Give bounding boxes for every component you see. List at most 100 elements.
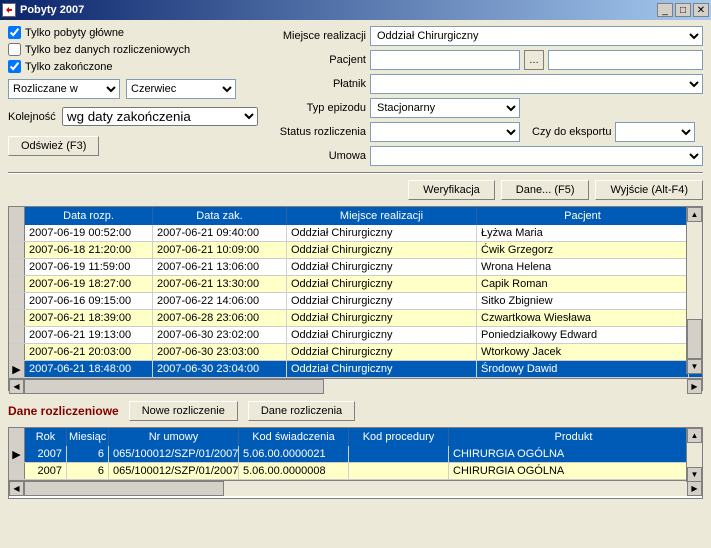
checkbox-input[interactable]: [8, 60, 21, 73]
pacjent-input[interactable]: [370, 50, 520, 70]
platnik-label: Płatnik: [270, 78, 366, 90]
cell-data-zak: 2007-06-28 23:06:00: [153, 310, 287, 326]
col-miesiac[interactable]: Miesiąc: [67, 428, 109, 446]
row-indicator: ▶: [9, 361, 25, 377]
minimize-button[interactable]: _: [657, 3, 673, 17]
cell-data-zak: 2007-06-30 23:03:00: [153, 344, 287, 360]
row-indicator: [9, 463, 25, 479]
horizontal-scrollbar[interactable]: ◀ ▶: [9, 378, 702, 394]
cell-data-zak: 2007-06-21 13:06:00: [153, 259, 287, 275]
miejsce-label: Miejsce realizacji: [270, 30, 366, 42]
table-row[interactable]: 2007-06-19 00:52:002007-06-21 09:40:00Od…: [9, 225, 702, 242]
cell-rok: 2007: [25, 463, 67, 479]
cell-kod-procedury: [349, 446, 449, 462]
cell-miejsce: Oddział Chirurgiczny: [287, 344, 477, 360]
col-rok[interactable]: Rok: [25, 428, 67, 446]
col-pacjent[interactable]: Pacjent: [477, 207, 689, 225]
col-miejsce[interactable]: Miejsce realizacji: [287, 207, 477, 225]
table-row[interactable]: 2007-06-18 21:20:002007-06-21 10:09:00Od…: [9, 242, 702, 259]
row-indicator: [9, 242, 25, 258]
kolejnosc-select[interactable]: wg daty zakończenia: [62, 107, 258, 126]
scroll-thumb[interactable]: [687, 319, 702, 359]
cell-nr-umowy: 065/100012/SZP/01/2007: [109, 446, 239, 462]
cell-miejsce: Oddział Chirurgiczny: [287, 276, 477, 292]
sub-grid[interactable]: Rok Miesiąc Nr umowy Kod świadczenia Kod…: [8, 427, 703, 499]
cell-data-rozp: 2007-06-21 18:39:00: [25, 310, 153, 326]
umowa-select[interactable]: [370, 146, 703, 166]
cell-kod-swiadczenia: 5.06.00.0000021: [239, 446, 349, 462]
scroll-right-icon[interactable]: ▶: [687, 481, 702, 496]
table-row[interactable]: 20076065/100012/SZP/01/20075.06.00.00000…: [9, 463, 702, 480]
cell-data-zak: 2007-06-21 10:09:00: [153, 242, 287, 258]
platnik-select[interactable]: [370, 74, 703, 94]
col-nr-umowy[interactable]: Nr umowy: [109, 428, 239, 446]
col-data-rozp[interactable]: Data rozp.: [25, 207, 153, 225]
checkbox-tylko-bez-rozlicz[interactable]: Tylko bez danych rozliczeniowych: [8, 43, 258, 56]
miesiac-select[interactable]: Czerwiec: [126, 79, 236, 99]
cell-pacjent: Środowy Dawid: [477, 361, 689, 377]
pacjent-name-input[interactable]: [548, 50, 703, 70]
scroll-left-icon[interactable]: ◀: [9, 379, 24, 394]
miejsce-select[interactable]: Oddział Chirurgiczny: [370, 26, 703, 46]
checkbox-tylko-zakonczone[interactable]: Tylko zakończone: [8, 60, 258, 73]
cell-data-rozp: 2007-06-21 18:48:00: [25, 361, 153, 377]
pacjent-browse-button[interactable]: …: [524, 50, 544, 70]
checkbox-tylko-glowne[interactable]: Tylko pobyty główne: [8, 26, 258, 39]
horizontal-scrollbar[interactable]: ◀ ▶: [9, 480, 702, 496]
status-select[interactable]: [370, 122, 520, 142]
status-label: Status rozliczenia: [270, 126, 366, 138]
col-produkt[interactable]: Produkt: [449, 428, 699, 446]
rozliczane-w-select[interactable]: Rozliczane w: [8, 79, 120, 99]
kolejnosc-label: Kolejność: [8, 111, 58, 123]
scroll-down-icon[interactable]: ▼: [687, 467, 702, 482]
typ-epizodu-select[interactable]: Stacjonarny: [370, 98, 520, 118]
checkbox-input[interactable]: [8, 43, 21, 56]
row-indicator: [9, 276, 25, 292]
scroll-thumb[interactable]: [24, 379, 324, 394]
cell-data-rozp: 2007-06-16 09:15:00: [25, 293, 153, 309]
checkbox-input[interactable]: [8, 26, 21, 39]
col-kod-procedury[interactable]: Kod procedury: [349, 428, 449, 446]
table-row[interactable]: 2007-06-21 19:13:002007-06-30 23:02:00Od…: [9, 327, 702, 344]
cell-pacjent: Capik Roman: [477, 276, 689, 292]
scroll-up-icon[interactable]: ▲: [687, 428, 702, 443]
row-indicator: [9, 225, 25, 241]
table-row[interactable]: 2007-06-16 09:15:002007-06-22 14:06:00Od…: [9, 293, 702, 310]
cell-produkt: CHIRURGIA OGÓLNA: [449, 446, 699, 462]
table-row[interactable]: 2007-06-19 18:27:002007-06-21 13:30:00Od…: [9, 276, 702, 293]
table-row[interactable]: 2007-06-19 11:59:002007-06-21 13:06:00Od…: [9, 259, 702, 276]
vertical-scrollbar[interactable]: ▲ ▼: [686, 207, 702, 374]
czy-eksport-select[interactable]: [615, 122, 695, 142]
cell-kod-swiadczenia: 5.06.00.0000008: [239, 463, 349, 479]
section-title: Dane rozliczeniowe: [8, 404, 119, 418]
scroll-left-icon[interactable]: ◀: [9, 481, 24, 496]
scroll-thumb[interactable]: [24, 481, 224, 496]
weryfikacja-button[interactable]: Weryfikacja: [408, 180, 495, 200]
cell-pacjent: Łyżwa Maria: [477, 225, 689, 241]
main-grid[interactable]: Data rozp. Data zak. Miejsce realizacji …: [8, 206, 703, 391]
row-indicator: [9, 344, 25, 360]
cell-data-rozp: 2007-06-18 21:20:00: [25, 242, 153, 258]
checkbox-label: Tylko pobyty główne: [25, 27, 124, 39]
scroll-down-icon[interactable]: ▼: [687, 359, 702, 374]
scroll-up-icon[interactable]: ▲: [687, 207, 702, 222]
scroll-right-icon[interactable]: ▶: [687, 379, 702, 394]
table-row[interactable]: ▶20076065/100012/SZP/01/20075.06.00.0000…: [9, 446, 702, 463]
maximize-button[interactable]: □: [675, 3, 691, 17]
close-button[interactable]: ✕: [693, 3, 709, 17]
vertical-scrollbar[interactable]: ▲ ▼: [686, 428, 702, 482]
dane-button[interactable]: Dane... (F5): [501, 180, 590, 200]
cell-pacjent: Wtorkowy Jacek: [477, 344, 689, 360]
table-row[interactable]: 2007-06-21 18:39:002007-06-28 23:06:00Od…: [9, 310, 702, 327]
nowe-rozliczenie-button[interactable]: Nowe rozliczenie: [129, 401, 238, 421]
col-kod-swiadczenia[interactable]: Kod świadczenia: [239, 428, 349, 446]
table-row[interactable]: ▶2007-06-21 18:48:002007-06-30 23:04:00O…: [9, 361, 702, 378]
wyjscie-button[interactable]: Wyjście (Alt-F4): [595, 180, 703, 200]
dane-rozliczenia-button[interactable]: Dane rozliczenia: [248, 401, 355, 421]
cell-pacjent: Poniedziałkowy Edward: [477, 327, 689, 343]
cell-pacjent: Sitko Zbigniew: [477, 293, 689, 309]
table-row[interactable]: 2007-06-21 20:03:002007-06-30 23:03:00Od…: [9, 344, 702, 361]
separator: [8, 172, 703, 174]
col-data-zak[interactable]: Data zak.: [153, 207, 287, 225]
odswiez-button[interactable]: Odśwież (F3): [8, 136, 99, 156]
